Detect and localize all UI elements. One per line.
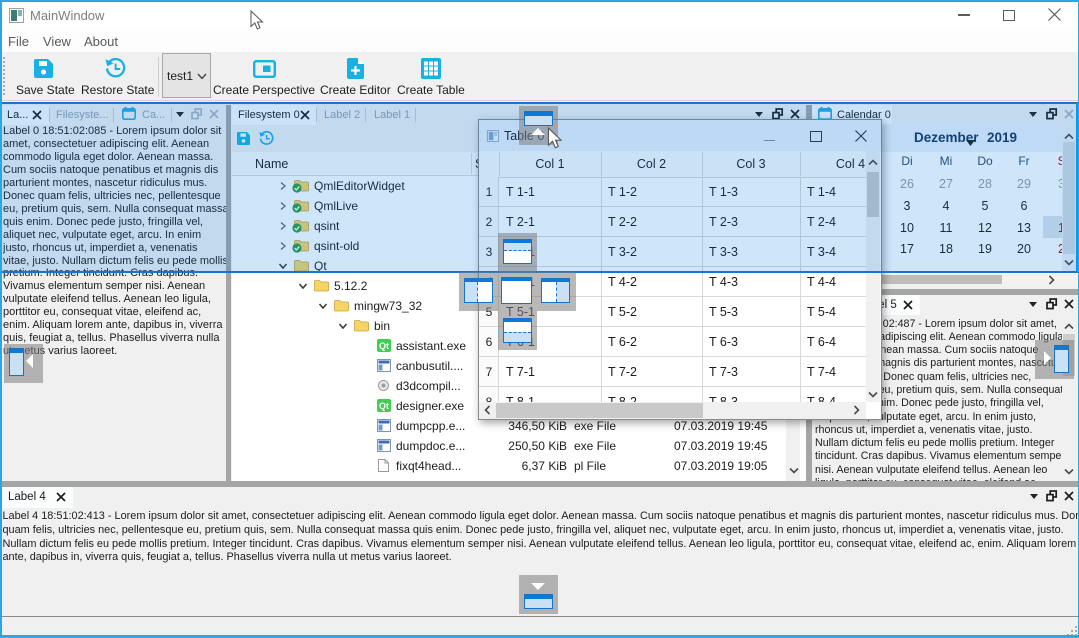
svg-text:Qt: Qt: [379, 341, 389, 351]
svg-text:Qt: Qt: [379, 401, 389, 411]
